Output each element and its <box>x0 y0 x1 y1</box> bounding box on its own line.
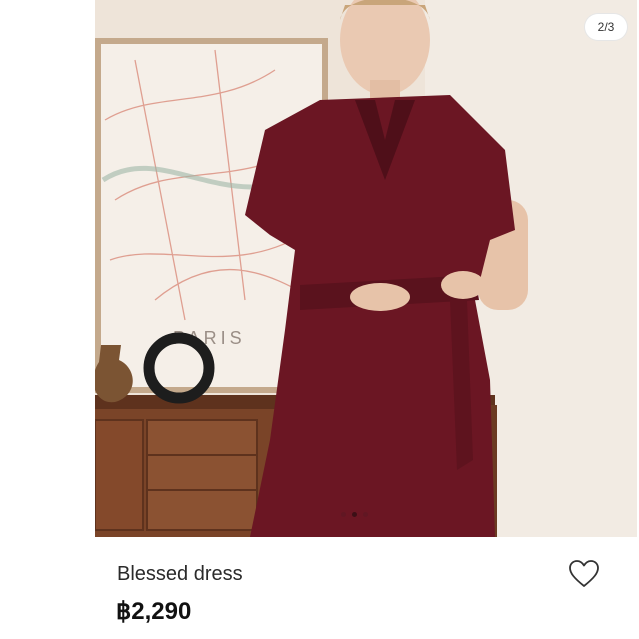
carousel-dot-active[interactable] <box>352 512 357 517</box>
image-counter-badge: 2/3 <box>585 14 627 40</box>
favorite-button[interactable] <box>566 556 602 592</box>
product-price: ฿2,290 <box>116 598 192 625</box>
product-photo-illustration: PARIS <box>95 0 637 537</box>
carousel-dot[interactable] <box>341 512 346 517</box>
product-image[interactable]: PARIS 2/3 <box>95 0 637 537</box>
carousel-dot[interactable] <box>363 512 368 517</box>
product-title[interactable]: Blessed dress <box>117 563 243 586</box>
heart-outline-icon <box>569 560 599 587</box>
carousel-dots <box>341 512 368 517</box>
